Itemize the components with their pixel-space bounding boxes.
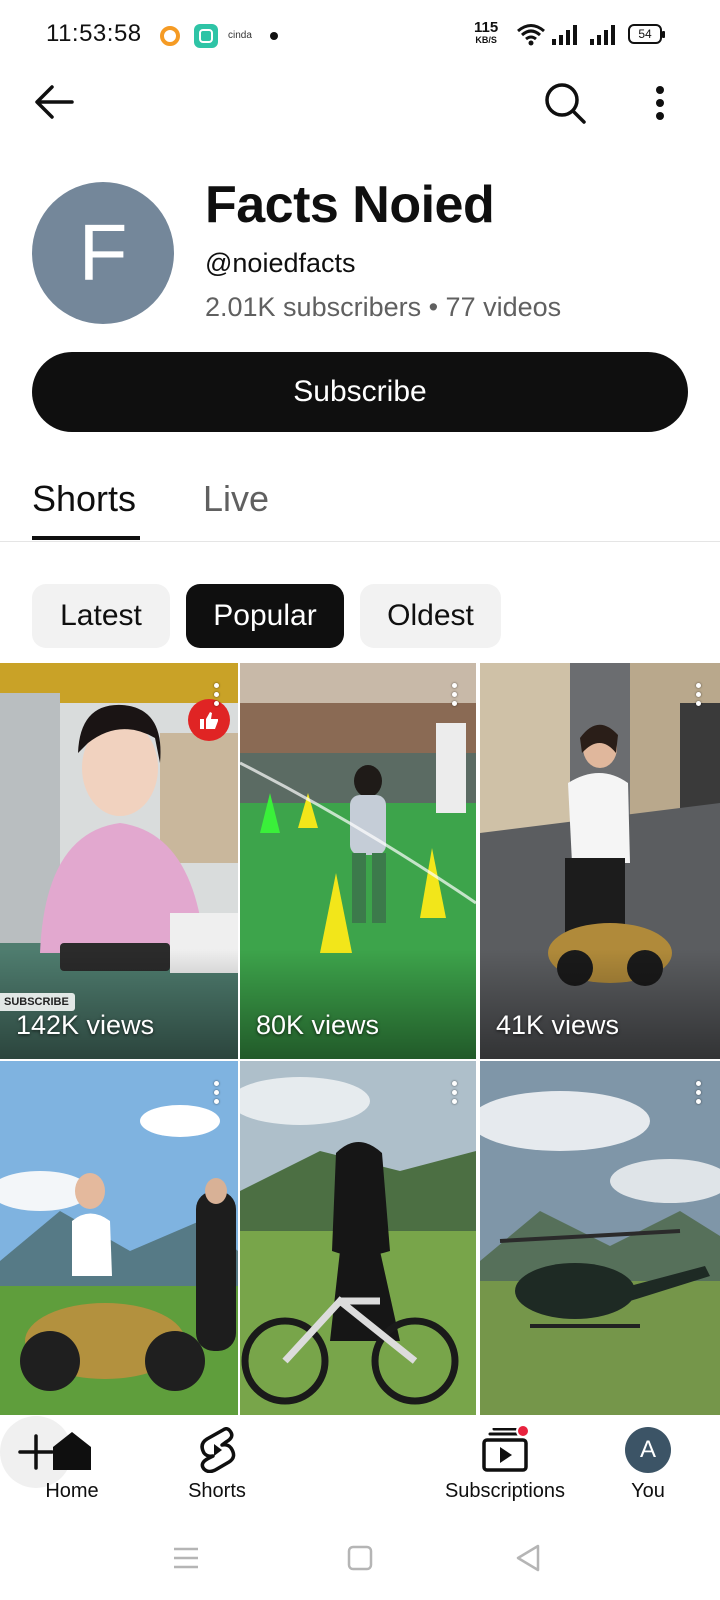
nav-home[interactable]: Home (30, 1416, 114, 1518)
subscribe-button[interactable]: Subscribe (32, 352, 688, 432)
top-app-bar (0, 72, 720, 132)
more-options-button[interactable] (640, 78, 680, 128)
battery-icon: 54 (628, 24, 665, 44)
search-button[interactable] (540, 78, 590, 128)
network-speed: 115 KB/S (474, 19, 499, 45)
signal-icon (552, 25, 577, 45)
system-navigation-bar (0, 1518, 720, 1600)
recent-apps-button[interactable] (166, 1538, 206, 1578)
short-more-button[interactable] (692, 1081, 704, 1109)
subscribe-overlay-badge: SUBSCRIBE (0, 993, 75, 1011)
thumbnail-gradient (480, 949, 720, 1059)
short-more-button[interactable] (210, 1081, 222, 1109)
shorts-grid: SUBSCRIBE 142K views 80K views 41K views (0, 663, 720, 1415)
app-notification-icon (194, 24, 218, 48)
short-more-button[interactable] (692, 683, 704, 711)
short-more-button[interactable] (448, 683, 460, 711)
tab-shorts[interactable]: Shorts (32, 478, 136, 520)
short-more-button[interactable] (210, 683, 222, 711)
nav-shorts[interactable]: Shorts (170, 1416, 264, 1518)
more-notifications-dot-icon (270, 32, 278, 40)
nav-subscriptions-label: Subscriptions (444, 1480, 566, 1502)
short-thumbnail[interactable]: SUBSCRIBE 142K views (0, 663, 238, 1059)
short-view-count: 142K views (16, 1010, 155, 1040)
short-thumbnail[interactable]: 41K views (480, 663, 720, 1059)
shorts-icon (200, 1427, 236, 1473)
short-more-button[interactable] (448, 1081, 460, 1109)
short-thumbnail[interactable] (0, 1061, 238, 1415)
short-thumbnail[interactable]: 80K views (240, 663, 476, 1059)
thumbnail-image (240, 1061, 476, 1415)
channel-stats[interactable]: 2.01K subscribers • 77 videos (205, 292, 561, 323)
square-icon (347, 1545, 373, 1571)
menu-icon (174, 1547, 198, 1569)
thumbs-up-icon (188, 699, 230, 741)
home-system-button[interactable] (340, 1538, 380, 1578)
nav-you-label: You (631, 1480, 665, 1502)
channel-handle: @noiedfacts (205, 248, 356, 278)
short-thumbnail[interactable] (480, 1061, 720, 1415)
filter-chip-popular[interactable]: Popular (186, 584, 344, 648)
nav-subscriptions[interactable]: Subscriptions (434, 1416, 576, 1518)
channel-avatar[interactable]: F (32, 182, 174, 324)
short-thumbnail[interactable] (240, 1061, 476, 1415)
more-vert-icon (656, 86, 664, 120)
bottom-navigation: Home Shorts Subscriptions A You (0, 1416, 720, 1518)
nav-you[interactable]: A You (612, 1416, 684, 1518)
notification-dot (516, 1424, 530, 1438)
triangle-back-icon (516, 1544, 540, 1572)
status-time: 11:53:58 (46, 20, 142, 47)
home-icon (53, 1432, 91, 1470)
arrow-left-icon (35, 85, 74, 119)
back-button[interactable] (30, 82, 78, 122)
selected-tab-indicator (32, 536, 140, 540)
app-notification-icon: cinda (228, 30, 252, 41)
short-view-count: 80K views (256, 1010, 380, 1040)
short-view-count: 41K views (496, 1010, 620, 1040)
thumbnail-image (0, 1061, 238, 1415)
wifi-icon (517, 24, 545, 46)
back-system-button[interactable] (508, 1538, 548, 1578)
nav-shorts-label: Shorts (188, 1480, 246, 1502)
channel-name: Facts Noied (205, 176, 495, 234)
filter-chip-latest[interactable]: Latest (32, 584, 170, 648)
filter-chip-oldest[interactable]: Oldest (360, 584, 501, 648)
tab-live[interactable]: Live (203, 478, 269, 520)
status-bar: 11:53:58 cinda 115 KB/S 54 (0, 0, 720, 72)
nav-home-label: Home (45, 1480, 99, 1502)
user-avatar: A (625, 1427, 671, 1473)
thumbnail-gradient (240, 949, 476, 1059)
channel-tabs: Shorts Live (0, 470, 720, 542)
signal-icon (590, 25, 615, 45)
search-icon (545, 83, 586, 124)
app-notification-icon (160, 26, 180, 46)
thumbnail-image (480, 1061, 720, 1415)
